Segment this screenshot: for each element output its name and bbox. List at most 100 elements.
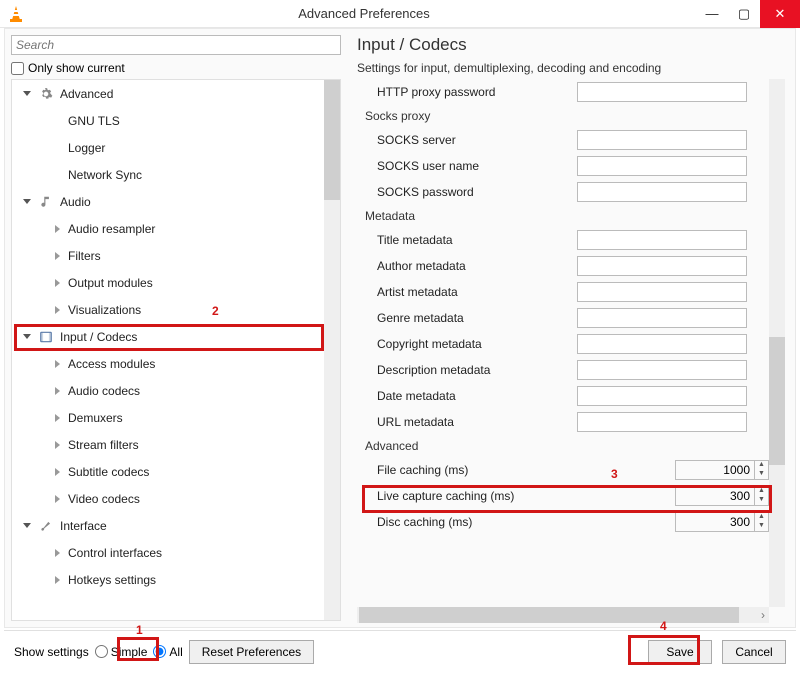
spinner-up-icon[interactable]: ▲ <box>755 513 768 522</box>
expand-icon[interactable] <box>52 386 62 396</box>
form-scroll-thumb-v[interactable] <box>769 337 785 465</box>
number-spinner[interactable]: 300▲▼ <box>675 486 769 506</box>
form-scrollbar-horizontal[interactable]: › <box>357 607 769 623</box>
tree-item-label: Audio <box>60 195 91 209</box>
tree-item[interactable]: Video codecs <box>12 485 324 512</box>
footer: Show settings Simple All Reset Preferenc… <box>4 630 796 672</box>
tree-item[interactable]: GNU TLS <box>12 107 324 134</box>
setting-row: Date metadata <box>357 383 769 409</box>
spinner-value[interactable]: 1000 <box>676 461 754 479</box>
cancel-button[interactable]: Cancel <box>722 640 786 664</box>
expand-icon[interactable] <box>52 548 62 558</box>
text-input[interactable] <box>577 360 747 380</box>
spinner-arrows[interactable]: ▲▼ <box>754 513 768 531</box>
collapse-icon[interactable] <box>22 521 32 531</box>
only-show-current-row: Only show current <box>11 61 341 75</box>
text-input[interactable] <box>577 282 747 302</box>
collapse-icon[interactable] <box>22 332 32 342</box>
spinner-down-icon[interactable]: ▼ <box>755 470 768 479</box>
page-title: Input / Codecs <box>357 35 785 55</box>
tree-item[interactable]: Logger <box>12 134 324 161</box>
tree-item[interactable]: Advanced <box>12 80 324 107</box>
text-input[interactable] <box>577 386 747 406</box>
tree-item[interactable]: Input / Codecs <box>12 323 324 350</box>
radio-all[interactable] <box>153 645 166 658</box>
spinner-arrows[interactable]: ▲▼ <box>754 487 768 505</box>
expand-icon[interactable] <box>52 494 62 504</box>
text-input[interactable] <box>577 256 747 276</box>
expand-icon[interactable] <box>52 278 62 288</box>
tree-item[interactable]: Demuxers <box>12 404 324 431</box>
expand-icon[interactable] <box>52 575 62 585</box>
spinner-arrows[interactable]: ▲▼ <box>754 461 768 479</box>
text-input[interactable] <box>577 412 747 432</box>
spinner-down-icon[interactable]: ▼ <box>755 522 768 531</box>
collapse-icon[interactable] <box>22 197 32 207</box>
tree-item-label: Interface <box>60 519 107 533</box>
tree-item[interactable]: Output modules <box>12 269 324 296</box>
setting-row: SOCKS user name <box>357 153 769 179</box>
expand-icon[interactable] <box>52 251 62 261</box>
expand-icon[interactable] <box>52 413 62 423</box>
tree-item[interactable]: Access modules <box>12 350 324 377</box>
tree-item[interactable]: Visualizations <box>12 296 324 323</box>
spinner-up-icon[interactable]: ▲ <box>755 487 768 496</box>
preferences-tree[interactable]: AdvancedGNU TLSLogger Network Sync Audio Au… <box>12 80 324 620</box>
film-icon <box>38 329 54 345</box>
window-title: Advanced Preferences <box>32 6 696 21</box>
tree-item[interactable]: Network Sync <box>12 161 324 188</box>
spinner-up-icon[interactable]: ▲ <box>755 461 768 470</box>
expand-icon[interactable] <box>52 467 62 477</box>
radio-simple[interactable] <box>95 645 108 658</box>
text-input[interactable] <box>577 156 747 176</box>
tree-item[interactable]: Hotkeys settings <box>12 566 324 593</box>
text-input[interactable] <box>577 182 747 202</box>
setting-input-cell <box>577 156 769 176</box>
tree-scroll-thumb[interactable] <box>324 80 340 200</box>
number-spinner[interactable]: 300▲▼ <box>675 512 769 532</box>
expand-icon[interactable] <box>52 305 62 315</box>
text-input[interactable] <box>577 82 747 102</box>
tree-item[interactable]: Audio <box>12 188 324 215</box>
spinner-value[interactable]: 300 <box>676 487 754 505</box>
expand-icon[interactable] <box>52 440 62 450</box>
annotation-1-number: 1 <box>136 623 143 637</box>
setting-label: Live capture caching (ms) <box>357 489 577 503</box>
right-panel: Input / Codecs Settings for input, demul… <box>347 29 795 627</box>
maximize-button[interactable]: ▢ <box>728 0 760 28</box>
collapse-icon[interactable] <box>22 89 32 99</box>
brush-icon <box>38 518 54 534</box>
tree-item[interactable]: Audio resampler <box>12 215 324 242</box>
expand-icon[interactable] <box>52 224 62 234</box>
form-container: HTTP proxy passwordSocks proxySOCKS serv… <box>357 79 785 623</box>
tree-scrollbar[interactable] <box>324 80 340 620</box>
search-input[interactable] <box>11 35 341 55</box>
text-input[interactable] <box>577 308 747 328</box>
form-scroll-thumb-h[interactable] <box>359 607 739 623</box>
text-input[interactable] <box>577 130 747 150</box>
tree-item[interactable]: Interface <box>12 512 324 539</box>
reset-preferences-button[interactable]: Reset Preferences <box>189 640 314 664</box>
only-show-current-checkbox[interactable] <box>11 62 24 75</box>
number-spinner[interactable]: 1000▲▼ <box>675 460 769 480</box>
radio-simple-wrap[interactable]: Simple <box>95 645 148 659</box>
tree-item[interactable]: Audio codecs <box>12 377 324 404</box>
tree-item[interactable]: Stream filters <box>12 431 324 458</box>
tree-item-label: Network Sync <box>68 168 142 182</box>
minimize-button[interactable]: — <box>696 0 728 28</box>
text-input[interactable] <box>577 230 747 250</box>
save-button[interactable]: Save <box>648 640 712 664</box>
tree-item[interactable]: Filters <box>12 242 324 269</box>
radio-all-wrap[interactable]: All <box>153 645 182 659</box>
setting-input-cell <box>577 360 769 380</box>
spinner-down-icon[interactable]: ▼ <box>755 496 768 505</box>
form-scrollbar-vertical[interactable] <box>769 79 785 607</box>
tree-item[interactable]: Subtitle codecs <box>12 458 324 485</box>
setting-row: Copyright metadata <box>357 331 769 357</box>
tree-item[interactable]: Control interfaces <box>12 539 324 566</box>
expand-icon[interactable] <box>52 359 62 369</box>
footer-left: Show settings Simple All Reset Preferenc… <box>14 640 314 664</box>
close-button[interactable]: ✕ <box>760 0 800 28</box>
text-input[interactable] <box>577 334 747 354</box>
spinner-value[interactable]: 300 <box>676 513 754 531</box>
